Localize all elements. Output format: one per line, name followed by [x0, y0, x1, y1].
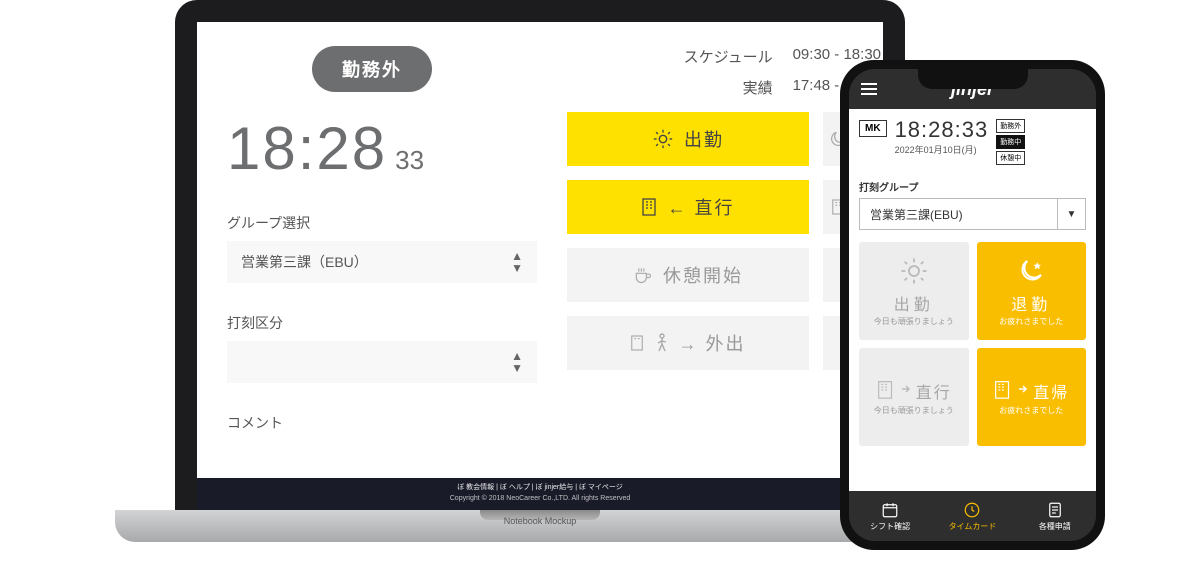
laptop-screen: 勤務外 18:28 33 グループ選択 営業第三課（EBU） ▲▼ 打刻区分 [197, 22, 883, 510]
direct-go-tile[interactable]: 直行 今日も頑張りましょう [859, 348, 969, 446]
direct-return-tile[interactable]: 直帰 お疲れさまでした [977, 348, 1087, 446]
building-icon [641, 197, 657, 217]
attend-tile[interactable]: 出勤 今日も頑張りましょう [859, 242, 969, 340]
clock-sec: 33 [395, 145, 424, 176]
nav-shift-label: シフト確認 [870, 521, 910, 532]
current-time: 18:28 33 [227, 114, 517, 183]
phone-group-select[interactable]: 営業第三課(EBU) ▼ [859, 198, 1086, 230]
punch-type-label: 打刻区分 [227, 313, 517, 333]
chevron-down-icon: ▼ [1057, 199, 1085, 229]
schedule-row: スケジュール 09:30 - 18:30 [567, 46, 883, 67]
clock-icon [963, 501, 981, 519]
moon-star-icon [1016, 256, 1046, 286]
leave-tile-sub: お疲れさまでした [999, 316, 1063, 327]
direct-go-button-label: ← 直行 [667, 194, 734, 220]
sun-icon [652, 128, 674, 150]
comment-label: コメント [227, 413, 517, 433]
status-badge: 勤務外 [312, 46, 432, 92]
phone-group-value: 営業第三課(EBU) [870, 206, 963, 223]
nav-apply-label: 各種申請 [1039, 521, 1071, 532]
direct-go-button[interactable]: ← 直行 [567, 180, 809, 234]
nav-timecard-label: タイムカード [949, 521, 997, 532]
coffee-icon [633, 266, 653, 284]
laptop-base: Notebook Mockup [115, 510, 965, 542]
clock-hhmm: 18:28 [227, 114, 387, 183]
phone-screen: jinjer MK 18:28:33 2022年01月10日(月) 勤務外 勤務… [849, 69, 1096, 541]
phone-bottom-nav: シフト確認 タイムカード 各種申請 [849, 491, 1096, 541]
building-icon [993, 378, 1013, 400]
laptop-frame: 勤務外 18:28 33 グループ選択 営業第三課（EBU） ▲▼ 打刻区分 [175, 0, 905, 510]
group-select-value: 営業第三課（EBU） [241, 252, 368, 272]
phone-group-label: 打刻グループ [859, 171, 1086, 198]
status-tag-out: 勤務外 [996, 119, 1025, 133]
phone-notch [918, 69, 1028, 89]
go-out-button-label: → 外出 [678, 330, 745, 356]
nav-apply[interactable]: 各種申請 [1014, 491, 1096, 541]
action-button-grid: 出勤 退 ← 直行 [567, 112, 883, 370]
phone-status-tags: 勤務外 勤務中 休憩中 [996, 119, 1025, 165]
group-select[interactable]: 営業第三課（EBU） ▲▼ [227, 241, 537, 283]
status-tag-in: 勤務中 [996, 135, 1025, 149]
phone-body: 打刻グループ 営業第三課(EBU) ▼ 出勤 今日も頑張りましょう 退勤 お疲れ… [849, 171, 1096, 491]
direct-go-tile-sub: 今日も頑張りましょう [874, 405, 954, 416]
attend-tile-sub: 今日も頑張りましょう [874, 316, 954, 327]
direct-return-tile-sub: お疲れさまでした [999, 405, 1063, 416]
desktop-right-column: スケジュール 09:30 - 18:30 実績 17:48 - 18:28 出勤 [547, 22, 883, 470]
mk-badge: MK [859, 120, 887, 137]
phone-tile-grid: 出勤 今日も頑張りましょう 退勤 お疲れさまでした 直行 今日も頑張りましょう [859, 242, 1086, 446]
desktop-left-column: 勤務外 18:28 33 グループ選択 営業第三課（EBU） ▲▼ 打刻区分 [197, 22, 547, 470]
break-start-button[interactable]: 休憩開始 [567, 248, 809, 302]
phone-clock-block: 18:28:33 2022年01月10日(月) [895, 117, 989, 156]
arrow-right-icon [900, 383, 912, 395]
desktop-footer: ぼ 教会情報 | ぼ ヘルプ | ぼ jinjer給与 | ぼ マイページ Co… [197, 478, 883, 510]
actual-row: 実績 17:48 - 18:28 [567, 77, 883, 98]
attend-tile-title: 出勤 [894, 291, 934, 315]
phone-header: MK 18:28:33 2022年01月10日(月) 勤務外 勤務中 休憩中 [849, 109, 1096, 171]
menu-icon[interactable] [861, 83, 877, 95]
go-out-button[interactable]: → 外出 [567, 316, 809, 370]
actual-label: 実績 [743, 77, 773, 98]
status-tag-rest: 休憩中 [996, 151, 1025, 165]
leave-tile-title: 退勤 [1011, 291, 1051, 315]
footer-copyright: Copyright © 2018 NeoCareer Co.,LTD. All … [197, 494, 883, 505]
sun-icon [899, 256, 929, 286]
break-start-button-label: 休憩開始 [663, 262, 743, 288]
attend-button-label: 出勤 [684, 126, 724, 152]
group-select-label: グループ選択 [227, 213, 517, 233]
laptop-mockup-label: Notebook Mockup [115, 516, 965, 526]
building-icon [876, 378, 896, 400]
chevron-updown-icon: ▲▼ [511, 350, 523, 374]
punch-type-select[interactable]: ▲▼ [227, 341, 537, 383]
phone-date: 2022年01月10日(月) [895, 143, 989, 156]
building-icon [630, 334, 644, 352]
schedule-label: スケジュール [684, 46, 773, 67]
leave-tile[interactable]: 退勤 お疲れさまでした [977, 242, 1087, 340]
direct-go-tile-title: 直行 [916, 379, 952, 403]
chevron-updown-icon: ▲▼ [511, 250, 523, 274]
phone-mockup: jinjer MK 18:28:33 2022年01月10日(月) 勤務外 勤務… [840, 60, 1105, 550]
attend-button[interactable]: 出勤 [567, 112, 809, 166]
footer-links[interactable]: ぼ 教会情報 | ぼ ヘルプ | ぼ jinjer給与 | ぼ マイページ [197, 483, 883, 494]
nav-shift[interactable]: シフト確認 [849, 491, 931, 541]
desktop-app: 勤務外 18:28 33 グループ選択 営業第三課（EBU） ▲▼ 打刻区分 [197, 22, 883, 470]
direct-return-tile-title: 直帰 [1033, 379, 1069, 403]
arrow-right-icon [1017, 383, 1029, 395]
phone-clock: 18:28:33 [895, 117, 989, 143]
laptop-mockup: 勤務外 18:28 33 グループ選択 営業第三課（EBU） ▲▼ 打刻区分 [115, 0, 965, 542]
document-icon [1046, 501, 1064, 519]
calendar-icon [881, 501, 899, 519]
walking-person-icon [654, 333, 668, 353]
nav-timecard[interactable]: タイムカード [931, 491, 1013, 541]
